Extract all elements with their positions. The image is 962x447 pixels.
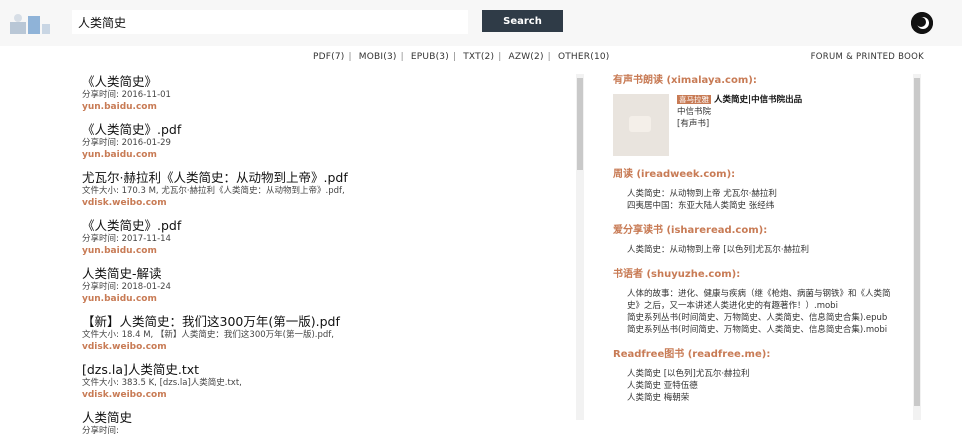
section-item[interactable]: 人类简史：从动物到上帝 尤瓦尔·赫拉利 [627,188,909,200]
result-title[interactable]: 【新】人类简史：我们这300万年(第一版).pdf [82,314,568,330]
sidebar-scrollbar[interactable] [913,74,921,420]
result-title[interactable]: 《人类简史》 [82,74,568,90]
format-filter-pdf[interactable]: PDF(7) [313,52,344,62]
result-title[interactable]: [dzs.la]人类简史.txt [82,362,568,378]
result-meta: 文件大小: 18.4 M, 【新】人类简史：我们这300万年(第一版).pdf, [82,330,334,340]
audio-book-publisher: 中信书院 [677,107,712,117]
section-title[interactable]: Readfree图书 (readfree.me): [613,348,909,362]
result-item: 尤瓦尔·赫拉利《人类简史：从动物到上帝》.pdf 文件大小: 170.3 M, … [82,170,568,209]
sidebar-section-ireadweek: 周读 (ireadweek.com): 人类简史：从动物到上帝 尤瓦尔·赫拉利 … [613,168,909,212]
format-filter-bar: PDF(7) | MOBI(3) | EPUB(3) | TXT(2) | AZW(2)… [313,52,610,62]
audio-book-title-row[interactable]: 喜马拉雅 人类简史|中信书院出品 [677,94,802,106]
result-item: 《人类简史》 分享时间: 2016-11-01 yun.baidu.com [82,74,568,113]
result-item: 《人类简史》.pdf 分享时间: 2016-01-29 yun.baidu.co… [82,122,568,161]
result-item: [dzs.la]人类简史.txt 文件大小: 383.5 K, [dzs.la]… [82,362,568,401]
result-meta: 分享时间: 2017-11-14 [82,234,171,244]
section-item[interactable]: 史》之后，又一本讲述人类进化史的有趣著作！）.mobi [627,300,909,312]
separator: | [452,52,457,62]
section-items: 人类简史：从动物到上帝 尤瓦尔·赫拉利 四夷居中国：东亚大陆人类简史 张经纬 [613,188,909,212]
cover-emblem [629,116,651,132]
results-scrollbar[interactable] [576,74,584,420]
result-source[interactable]: yun.baidu.com [82,149,568,161]
header-bar: Search [0,0,962,46]
result-meta: 分享时间: 2018-01-24 [82,282,171,292]
audio-book-tag: [有声书] [677,119,710,129]
result-source[interactable]: vdisk.weibo.com [82,341,568,353]
result-source[interactable]: yun.baidu.com [82,245,568,257]
section-item[interactable]: 四夷居中国：东亚大陆人类简史 张经纬 [627,200,909,212]
separator: | [348,52,352,62]
section-title[interactable]: 书语者 (shuyuzhe.com): [613,268,909,282]
section-item[interactable]: 人类简史 亚特伍德 [627,380,909,392]
result-item: 【新】人类简史：我们这300万年(第一版).pdf 文件大小: 18.4 M, … [82,314,568,353]
format-filter-azw[interactable]: AZW(2) [508,52,543,62]
logo-icon [10,14,50,34]
ximalaya-badge: 喜马拉雅 [677,95,711,104]
format-filter-txt[interactable]: TXT(2) [463,52,494,62]
separator: | [498,52,502,62]
section-item[interactable]: 人体的故事：进化、健康与疾病（继《枪炮、病菌与钢铁》和《人类简 [627,288,909,300]
format-filter-epub[interactable]: EPUB(3) [411,52,449,62]
result-item: 人类简史 分享时间: [82,410,568,437]
format-filter-other[interactable]: OTHER(10) [558,52,610,62]
section-item[interactable]: 简史系列丛书(时间简史、万物简史、人类简史、信息简史合集).mobi [627,324,909,336]
result-source[interactable]: vdisk.weibo.com [82,197,568,209]
sidebar: 有声书朗读 (ximalaya.com): 喜马拉雅 人类简史|中信书院出品 中信… [613,74,909,434]
section-item[interactable]: 人类简史 [以色列]尤瓦尔·赫拉利 [627,368,909,380]
scrollbar-thumb[interactable] [914,78,920,406]
section-title[interactable]: 爱分享读书 (ishareread.com): [613,224,909,238]
search-input[interactable] [72,10,468,34]
audio-book-card[interactable]: 喜马拉雅 人类简史|中信书院出品 中信书院 [有声书] [613,94,909,156]
result-meta: 分享时间: [82,426,119,436]
scrollbar-thumb[interactable] [577,78,583,170]
sidebar-section-audio: 有声书朗读 (ximalaya.com): 喜马拉雅 人类简史|中信书院出品 中信… [613,74,909,156]
separator: | [400,52,404,62]
site-logo[interactable] [8,8,52,38]
result-title[interactable]: 尤瓦尔·赫拉利《人类简史：从动物到上帝》.pdf [82,170,568,186]
section-item[interactable]: 简史系列丛书(时间简史、万物简史、人类简史、信息简史合集).epub [627,312,909,324]
section-items: 人类简史 [以色列]尤瓦尔·赫拉利 人类简史 亚特伍德 人类简史 梅朝荣 [613,368,909,404]
result-title[interactable]: 《人类简史》.pdf [82,218,568,234]
result-source[interactable]: yun.baidu.com [82,101,568,113]
result-title[interactable]: 人类简史-解读 [82,266,568,282]
section-items: 人类简史：从动物到上帝 [以色列]尤瓦尔·赫拉利 [613,244,909,256]
result-source[interactable]: vdisk.weibo.com [82,389,568,401]
sidebar-section-shuyuzhe: 书语者 (shuyuzhe.com): 人体的故事：进化、健康与疾病（继《枪炮、… [613,268,909,336]
sidebar-section-readfree: Readfree图书 (readfree.me): 人类简史 [以色列]尤瓦尔·… [613,348,909,404]
section-item[interactable]: 人类简史 梅朝荣 [627,392,909,404]
result-meta: 分享时间: 2016-01-29 [82,138,171,148]
search-button[interactable]: Search [482,10,563,32]
result-meta: 文件大小: 383.5 K, [dzs.la]人类简史.txt, [82,378,242,388]
section-title[interactable]: 周读 (ireadweek.com): [613,168,909,182]
section-title[interactable]: 有声书朗读 (ximalaya.com): [613,74,909,88]
moon-icon [911,12,933,34]
separator: | [547,52,551,62]
result-title[interactable]: 人类简史 [82,410,568,426]
result-meta: 分享时间: 2016-11-01 [82,90,171,100]
result-title[interactable]: 《人类简史》.pdf [82,122,568,138]
forum-printed-book-link[interactable]: FORUM & PRINTED BOOK [811,52,924,62]
audio-book-info: 喜马拉雅 人类简史|中信书院出品 中信书院 [有声书] [677,94,802,156]
main-content: PDF(7) | MOBI(3) | EPUB(3) | TXT(2) | AZW(2)… [0,46,962,447]
result-item: 《人类简史》.pdf 分享时间: 2017-11-14 yun.baidu.co… [82,218,568,257]
theme-toggle-button[interactable] [911,12,933,34]
section-items: 人体的故事：进化、健康与疾病（继《枪炮、病菌与钢铁》和《人类简 史》之后，又一本… [613,288,909,336]
results-list: 《人类简史》 分享时间: 2016-11-01 yun.baidu.com 《人… [82,74,568,447]
format-filter-mobi[interactable]: MOBI(3) [359,52,397,62]
result-item: 人类简史-解读 分享时间: 2018-01-24 yun.baidu.com [82,266,568,305]
section-item[interactable]: 人类简史：从动物到上帝 [以色列]尤瓦尔·赫拉利 [627,244,909,256]
book-cover-image[interactable] [613,94,669,156]
result-source[interactable]: yun.baidu.com [82,293,568,305]
audio-book-title[interactable]: 人类简史|中信书院出品 [714,95,802,105]
sidebar-section-ishareread: 爱分享读书 (ishareread.com): 人类简史：从动物到上帝 [以色列… [613,224,909,256]
result-meta: 文件大小: 170.3 M, 尤瓦尔·赫拉利《人类简史：从动物到上帝》.pdf, [82,186,345,196]
